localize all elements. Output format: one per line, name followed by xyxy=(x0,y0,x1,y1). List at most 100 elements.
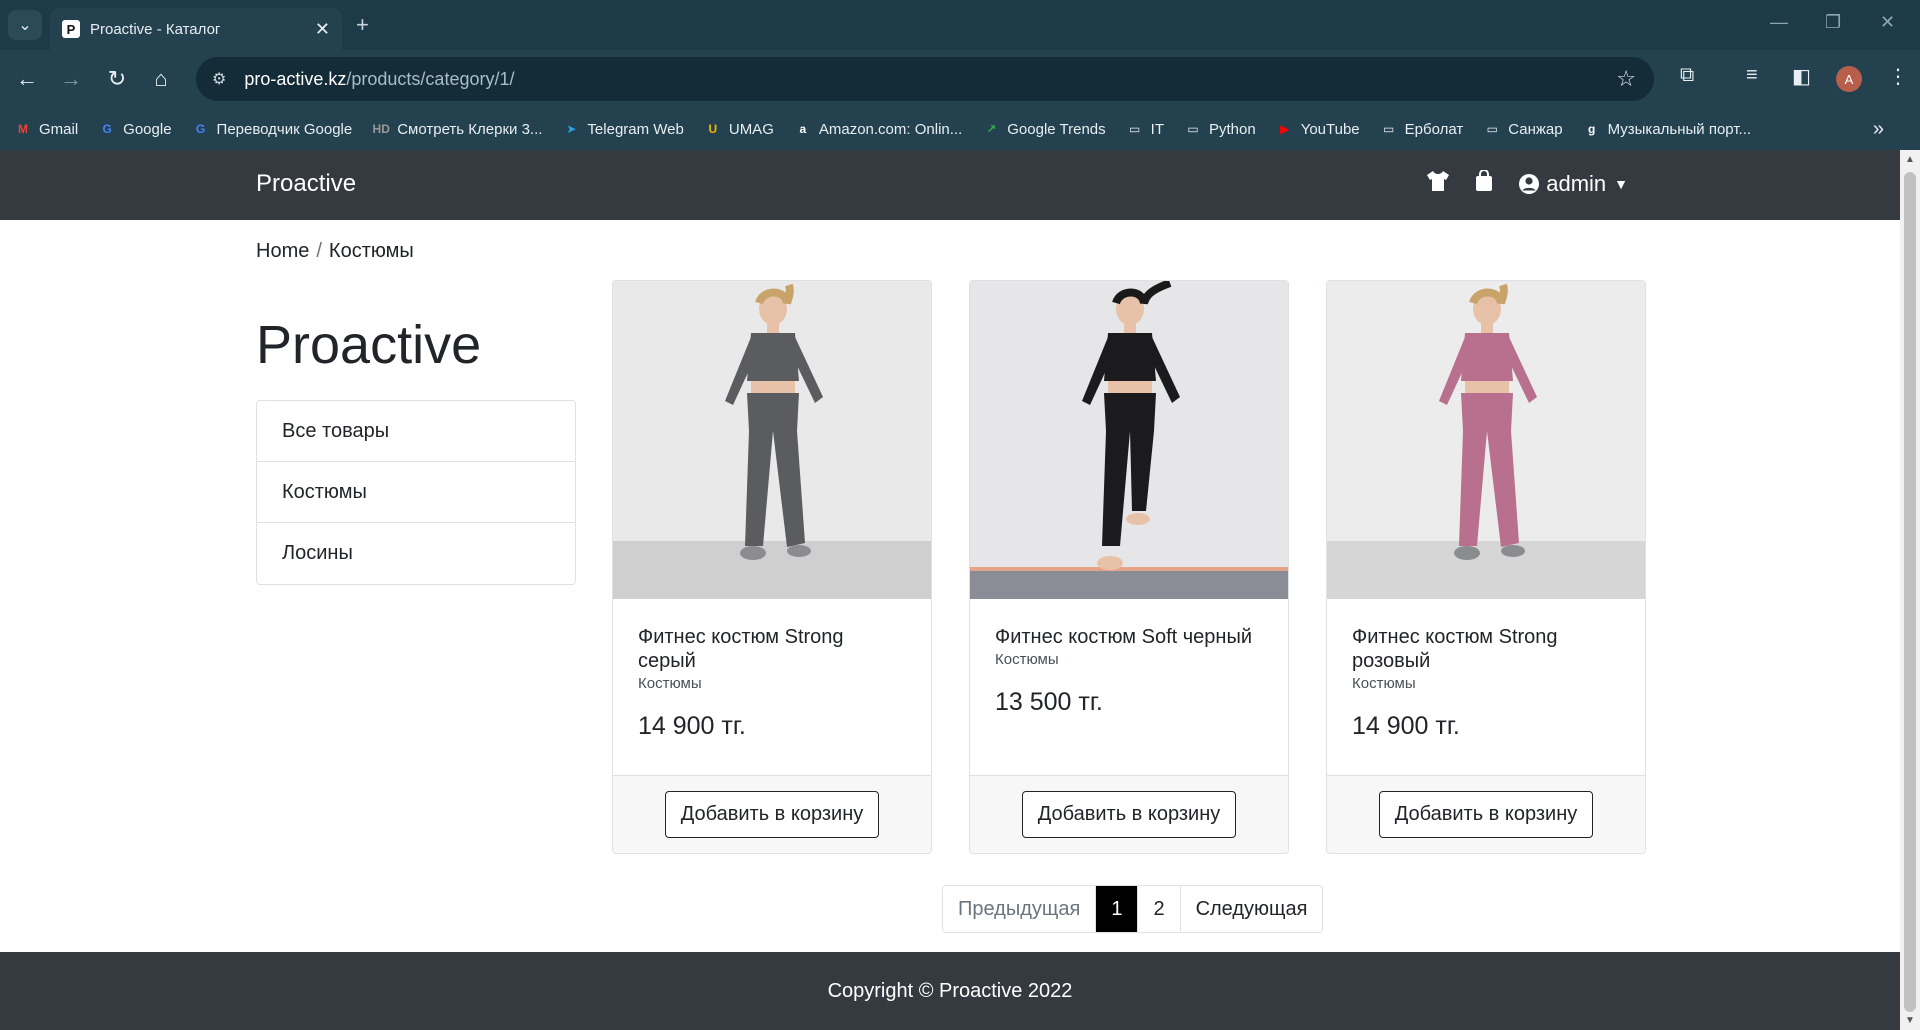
profile-avatar[interactable]: A xyxy=(1836,66,1862,92)
category-item[interactable]: Костюмы xyxy=(257,462,575,523)
product-card-body: Фитнес костюм Strong серый Костюмы 14 900 … xyxy=(613,599,931,775)
browser-tab[interactable]: P Proactive - Каталог ✕ xyxy=(50,8,342,50)
navbar-right: admin ▼ xyxy=(1402,169,1628,198)
bookmark-item[interactable]: ➤ Telegram Web xyxy=(562,120,683,138)
restore-icon[interactable]: ❐ xyxy=(1825,12,1841,33)
tshirt-icon[interactable] xyxy=(1426,170,1450,198)
product-image[interactable] xyxy=(970,281,1288,599)
product-category: Костюмы xyxy=(1352,675,1416,692)
bookmark-item[interactable]: ▭ Python xyxy=(1184,120,1255,138)
add-to-cart-button[interactable]: Добавить в корзину xyxy=(664,791,880,838)
product-price: 13 500 тг. xyxy=(995,688,1103,716)
google-icon: G xyxy=(102,122,112,136)
site-settings-icon[interactable]: ⚙ xyxy=(212,69,226,89)
bookmark-star-icon[interactable]: ☆ xyxy=(1616,66,1636,92)
address-bar[interactable]: ⚙ pro-active.kz /products/category/1/ ☆ xyxy=(196,57,1654,101)
pagination-page[interactable]: 1 xyxy=(1095,886,1138,932)
product-name[interactable]: Фитнес костюм Soft черный xyxy=(995,625,1263,649)
bookmark-item[interactable]: a Amazon.com: Onlin... xyxy=(794,120,963,138)
close-tab-icon[interactable]: ✕ xyxy=(315,19,330,40)
product-card-body: Фитнес костюм Strong розовый Костюмы 14 90… xyxy=(1327,599,1645,775)
navbar-brand[interactable]: Proactive xyxy=(256,170,356,198)
breadcrumb-home[interactable]: Home xyxy=(256,240,309,262)
bookmarks-bar: M Gmail G Google G Переводчик Google HD Смотрет… xyxy=(0,108,1920,150)
product-card: Фитнес костюм Strong серый Костюмы 14 900 … xyxy=(612,280,932,854)
more-bookmarks-icon[interactable]: » xyxy=(1873,118,1884,141)
close-window-icon[interactable]: ✕ xyxy=(1880,12,1895,33)
bookmark-label: YouTube xyxy=(1300,120,1360,138)
back-icon[interactable]: ← xyxy=(12,64,42,94)
reload-icon[interactable]: ↻ xyxy=(102,64,132,94)
bookmark-item[interactable]: M Gmail xyxy=(14,120,78,138)
bookmark-item[interactable]: G Google xyxy=(98,120,172,138)
bookmark-item[interactable]: HD Смотреть Клерки 3... xyxy=(372,120,543,138)
bookmark-label: Смотреть Клерки 3... xyxy=(397,120,543,138)
bookmark-item[interactable]: ▶ YouTube xyxy=(1276,120,1360,138)
product-card: Фитнес костюм Soft черный Костюмы 13 500 т… xyxy=(969,280,1289,854)
category-item[interactable]: Лосины xyxy=(257,523,575,584)
pagination-page[interactable]: 2 xyxy=(1137,886,1180,932)
tab-search-button[interactable]: ⌄ xyxy=(8,10,42,40)
amazon-icon: a xyxy=(799,122,807,136)
pagination-next[interactable]: Следующая xyxy=(1179,886,1323,932)
shopping-bag-icon[interactable] xyxy=(1474,169,1494,198)
music-portal-icon: g xyxy=(1587,122,1596,136)
bookmark-label: Санжар xyxy=(1508,120,1563,138)
bookmark-item[interactable]: g Музыкальный порт... xyxy=(1583,120,1751,138)
pagination: Предыдущая 1 2 Следующая xyxy=(942,885,1324,933)
extensions-icon[interactable]: ⧉ xyxy=(1680,64,1694,87)
bookmark-item[interactable]: ▭ IT xyxy=(1126,120,1164,138)
bookmark-item[interactable]: U UMAG xyxy=(704,120,774,138)
umag-icon: U xyxy=(708,122,718,136)
gmail-icon: M xyxy=(18,122,28,136)
product-card: Фитнес костюм Strong розовый Костюмы 14 90… xyxy=(1326,280,1646,854)
folder-icon: ▭ xyxy=(1486,122,1498,136)
forward-icon[interactable]: → xyxy=(56,64,86,94)
product-image[interactable] xyxy=(1327,281,1645,599)
browser-toolbar: ← → ↻ ⌂ ⚙ pro-active.kz /products/catego… xyxy=(0,50,1920,108)
scroll-up-icon[interactable]: ▲ xyxy=(1905,154,1915,165)
product-card-footer: Добавить в корзину xyxy=(1327,775,1645,853)
hd-icon: HD xyxy=(372,122,390,136)
product-name[interactable]: Фитнес костюм Strong серый xyxy=(638,625,906,673)
scrollbar-thumb[interactable] xyxy=(1904,172,1916,1012)
bookmark-item[interactable]: G Переводчик Google xyxy=(192,120,353,138)
bookmark-item[interactable]: ↗ Google Trends xyxy=(982,120,1105,138)
user-dropdown[interactable]: admin ▼ xyxy=(1518,171,1628,197)
add-to-cart-button[interactable]: Добавить в корзину xyxy=(1021,791,1237,838)
bookmark-item[interactable]: ▭ Ерболат xyxy=(1380,120,1463,138)
bookmark-label: Переводчик Google xyxy=(216,120,353,138)
home-icon[interactable]: ⌂ xyxy=(146,64,176,94)
product-category: Костюмы xyxy=(638,675,702,692)
telegram-icon: ➤ xyxy=(566,122,577,136)
web-page: Proactive admin ▼ Home / Костюмы Proactive… xyxy=(0,150,1900,1030)
product-price: 14 900 тг. xyxy=(1352,712,1460,740)
scroll-down-icon[interactable]: ▼ xyxy=(1905,1015,1915,1026)
minimize-icon[interactable]: — xyxy=(1770,12,1788,33)
breadcrumb: Home / Костюмы xyxy=(256,240,414,263)
add-to-cart-button[interactable]: Добавить в корзину xyxy=(1378,791,1594,838)
product-name[interactable]: Фитнес костюм Strong розовый xyxy=(1352,625,1620,673)
side-panel-icon[interactable]: ◧ xyxy=(1792,64,1811,89)
new-tab-icon[interactable]: + xyxy=(356,12,369,38)
product-card-footer: Добавить в корзину xyxy=(970,775,1288,853)
bookmark-label: Google xyxy=(123,120,172,138)
bookmark-item[interactable]: ▭ Санжар xyxy=(1483,120,1563,138)
page-scrollbar[interactable]: ▲ ▼ xyxy=(1900,150,1920,1030)
product-price: 14 900 тг. xyxy=(638,712,746,740)
product-category: Костюмы xyxy=(995,651,1059,668)
category-item[interactable]: Все товары xyxy=(257,401,575,462)
category-list: Все товары Костюмы Лосины xyxy=(256,400,576,585)
product-image[interactable] xyxy=(613,281,931,599)
product-card-footer: Добавить в корзину xyxy=(613,775,931,853)
username: admin xyxy=(1546,171,1607,196)
chevron-down-icon: ⌄ xyxy=(18,17,32,34)
product-grid: Фитнес костюм Strong серый Костюмы 14 900 … xyxy=(612,280,1646,854)
bookmark-label: Музыкальный порт... xyxy=(1607,120,1752,138)
media-control-icon[interactable]: ≡ xyxy=(1746,64,1758,87)
translate-icon: G xyxy=(195,122,206,136)
url-path: /products/category/1/ xyxy=(346,68,515,89)
browser-menu-icon[interactable]: ⋮ xyxy=(1888,64,1908,89)
pagination-prev[interactable]: Предыдущая xyxy=(943,886,1096,932)
bookmark-label: UMAG xyxy=(728,120,774,138)
